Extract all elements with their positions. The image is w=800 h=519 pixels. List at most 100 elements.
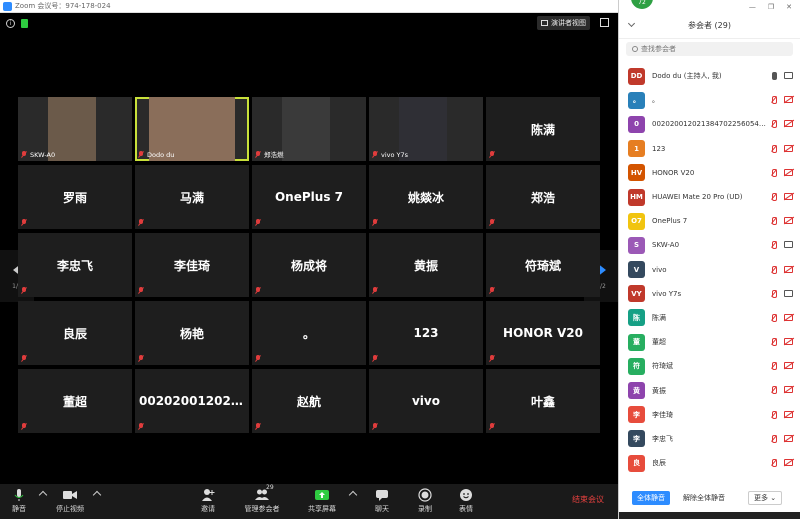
- video-tile[interactable]: 黄振: [369, 233, 483, 297]
- participant-row[interactable]: 1 123: [619, 137, 800, 161]
- video-tile[interactable]: OnePlus 7: [252, 165, 366, 229]
- unmute-all-button[interactable]: 解除全体静音: [678, 491, 730, 505]
- mute-button[interactable]: 静音: [0, 487, 44, 514]
- avatar: 良: [628, 454, 645, 472]
- video-tile[interactable]: SKW-A0: [18, 97, 132, 161]
- participant-row[interactable]: 黄黄振: [619, 378, 800, 402]
- end-meeting-button[interactable]: 结束会议: [572, 494, 604, 505]
- video-tile[interactable]: 郑浩: [486, 165, 600, 229]
- participant-row[interactable]: O7 OnePlus 7: [619, 209, 800, 233]
- microphone-icon: [12, 487, 26, 501]
- participant-row[interactable]: 李李佳琦: [619, 403, 800, 427]
- video-tile[interactable]: 李佳琦: [135, 233, 249, 297]
- video-tile[interactable]: 赵航: [252, 369, 366, 433]
- muted-mic-icon: [770, 338, 777, 347]
- search-input[interactable]: [641, 45, 781, 53]
- mute-all-button[interactable]: 全体静音: [632, 491, 670, 505]
- video-tile[interactable]: 杨艳: [135, 301, 249, 365]
- muted-mic-icon: [489, 355, 495, 362]
- tile-participant-name: 马满: [179, 190, 204, 205]
- reactions-button[interactable]: 表情: [441, 487, 491, 514]
- close-icon[interactable]: ✕: [786, 3, 792, 11]
- participant-row[interactable]: 符符琦斌: [619, 354, 800, 378]
- participant-row[interactable]: DD Dodo du (主持人, 我): [619, 64, 800, 88]
- muted-mic-icon: [138, 423, 144, 430]
- muted-mic-icon: [255, 355, 261, 362]
- participant-row[interactable]: 。。: [619, 88, 800, 112]
- participant-row[interactable]: Vvivo: [619, 258, 800, 282]
- video-tile[interactable]: 姚燚冰: [369, 165, 483, 229]
- avatar: 0: [628, 115, 645, 133]
- avatar: 李: [628, 406, 645, 424]
- participant-row[interactable]: 良良辰: [619, 451, 800, 475]
- video-tile[interactable]: 叶鑫: [486, 369, 600, 433]
- participant-name: 良辰: [652, 459, 666, 468]
- reactions-label: 表情: [459, 505, 473, 513]
- participant-row[interactable]: 董董超: [619, 330, 800, 354]
- video-off-icon: [784, 434, 793, 442]
- minimize-icon[interactable]: —: [749, 3, 756, 11]
- muted-mic-icon: [138, 287, 144, 294]
- muted-mic-icon: [770, 192, 777, 201]
- muted-mic-icon: [489, 151, 495, 158]
- participant-search[interactable]: [626, 42, 793, 56]
- lock-icon[interactable]: [21, 19, 28, 28]
- video-tile[interactable]: 符琦斌: [486, 233, 600, 297]
- info-icon[interactable]: i: [6, 19, 15, 28]
- share-screen-label: 共享屏幕: [308, 505, 336, 513]
- muted-mic-icon: [770, 386, 777, 395]
- invite-button[interactable]: 邀请: [183, 487, 233, 514]
- stop-video-button[interactable]: 停止视频: [45, 487, 95, 514]
- participant-row[interactable]: 李李忠飞: [619, 427, 800, 451]
- video-tile[interactable]: 良辰: [18, 301, 132, 365]
- fullscreen-icon[interactable]: [600, 18, 609, 27]
- participants-icon: 29: [255, 484, 274, 501]
- muted-mic-icon: [21, 151, 27, 158]
- participant-row[interactable]: VY vivo Y7s: [619, 282, 800, 306]
- video-tile[interactable]: 罗雨: [18, 165, 132, 229]
- gallery-grid: SKW-A0 Dodo du 郑浩燃 vivo Y7s 陈满罗雨 马满 OnePlus 7 姚…: [18, 97, 601, 433]
- participant-name: Dodo du (主持人, 我): [652, 72, 722, 81]
- participant-name: SKW-A0: [652, 241, 680, 250]
- more-button[interactable]: 更多 ⌄: [748, 491, 783, 505]
- participant-row[interactable]: HV HONOR V20: [619, 161, 800, 185]
- video-tile[interactable]: 李忠飞: [18, 233, 132, 297]
- participant-row[interactable]: 0 0020200120213847022560548346: [619, 112, 800, 136]
- share-options-chevron-icon[interactable]: [348, 490, 358, 500]
- tile-participant-name: 董超: [62, 394, 87, 409]
- video-tile[interactable]: 马满: [135, 165, 249, 229]
- video-tile[interactable]: 董超: [18, 369, 132, 433]
- panel-header: 参会者 (29): [619, 13, 800, 39]
- tile-name-label: Dodo du: [147, 151, 175, 159]
- video-tile[interactable]: 杨成将: [252, 233, 366, 297]
- more-label: 更多: [754, 494, 768, 502]
- video-tile[interactable]: 123: [369, 301, 483, 365]
- tile-participant-name: 黄振: [413, 258, 438, 273]
- video-off-icon: [784, 217, 793, 225]
- panel-title: 参会者 (29): [688, 21, 731, 30]
- video-tile[interactable]: 郑浩燃: [252, 97, 366, 161]
- video-tile[interactable]: vivo Y7s: [369, 97, 483, 161]
- share-screen-button[interactable]: 共享屏幕: [297, 487, 347, 514]
- video-off-icon: [784, 410, 793, 418]
- avatar: 。: [628, 91, 645, 109]
- participant-row[interactable]: 陈陈满: [619, 306, 800, 330]
- manage-participants-button[interactable]: 29 管理参会者: [237, 484, 287, 514]
- microphone-icon: [770, 72, 777, 80]
- video-tile[interactable]: Dodo du: [135, 97, 249, 161]
- maximize-icon[interactable]: ❐: [768, 3, 774, 11]
- video-off-icon: [784, 192, 793, 200]
- avatar: 符: [628, 357, 645, 375]
- avatar: 1: [628, 140, 645, 158]
- video-tile[interactable]: HONOR V20: [486, 301, 600, 365]
- video-tile[interactable]: 。: [252, 301, 366, 365]
- video-tile[interactable]: vivo: [369, 369, 483, 433]
- tile-name-label: 郑浩燃: [264, 151, 284, 159]
- participant-name: 黄振: [652, 386, 666, 395]
- participant-row[interactable]: S SKW-A0: [619, 233, 800, 257]
- muted-mic-icon: [255, 219, 261, 226]
- speaker-view-button[interactable]: 演讲者视图: [537, 16, 590, 30]
- video-tile[interactable]: 0020200120213...: [135, 369, 249, 433]
- video-tile[interactable]: 陈满: [486, 97, 600, 161]
- participant-row[interactable]: HM HUAWEI Mate 20 Pro (UD): [619, 185, 800, 209]
